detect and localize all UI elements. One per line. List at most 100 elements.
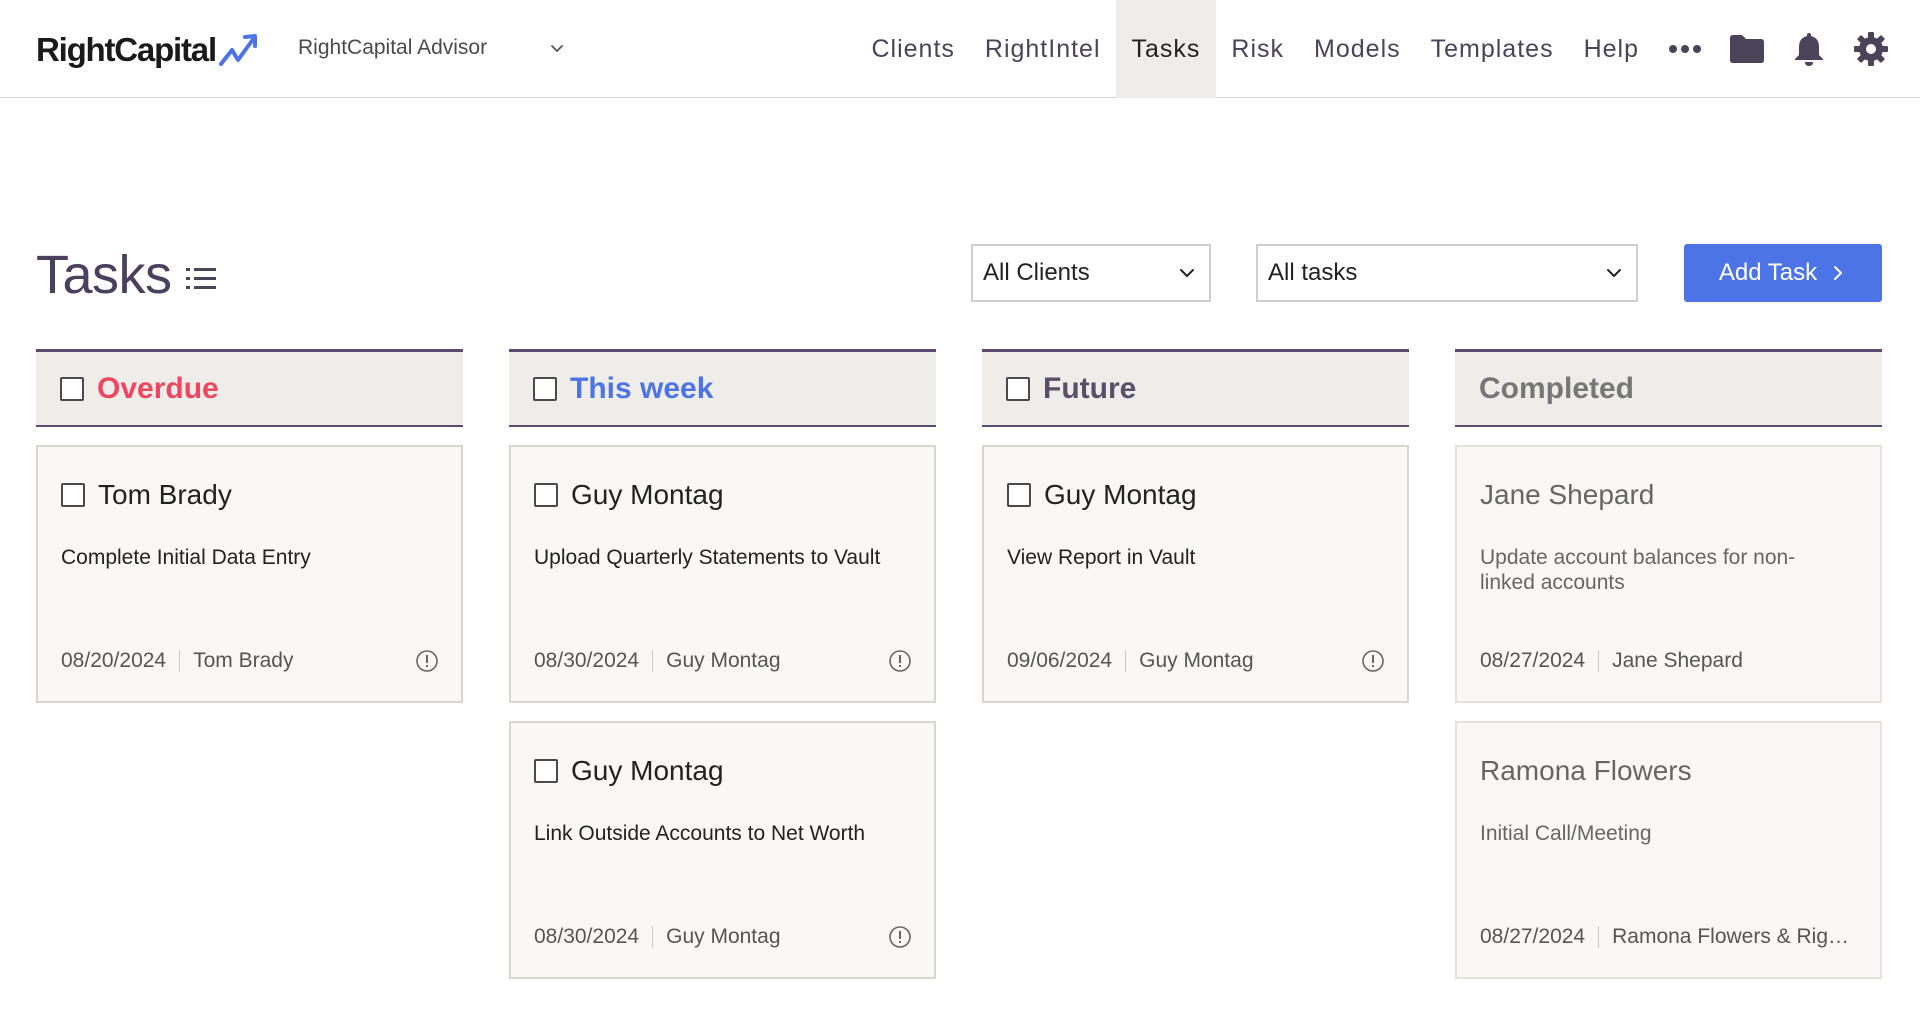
logo-text: RightCapital: [36, 31, 217, 68]
main-nav: Clients RightIntel Tasks Risk Models Tem…: [856, 0, 1920, 98]
task-meta: 08/27/2024 Ramona Flowers & Righ...: [1480, 925, 1860, 949]
rightcapital-logo[interactable]: RightCapital: [36, 30, 262, 70]
task-meta: 08/20/2024 Tom Brady: [61, 649, 441, 673]
nav-clients[interactable]: Clients: [856, 0, 969, 98]
task-meta: 09/06/2024 Guy Montag: [1007, 649, 1387, 673]
meta-divider: [1125, 650, 1127, 672]
gear-icon: [1854, 32, 1888, 66]
task-due-date: 09/06/2024: [1007, 649, 1113, 672]
task-due-date: 08/30/2024: [534, 925, 640, 948]
task-meta: 08/27/2024 Jane Shepard: [1480, 649, 1860, 673]
column-this-week: This week Guy Montag Upload Quarterly St…: [509, 349, 936, 979]
info-icon[interactable]: [1361, 649, 1385, 673]
bell-icon: [1795, 33, 1823, 66]
info-icon[interactable]: [888, 925, 912, 949]
folder-icon: [1730, 35, 1764, 63]
select-all-overdue-checkbox[interactable]: [60, 376, 84, 401]
settings-button[interactable]: [1840, 0, 1902, 98]
client-filter-select[interactable]: All Clients: [971, 244, 1211, 302]
task-card[interactable]: Guy Montag Upload Quarterly Statements t…: [509, 445, 936, 703]
meta-divider: [179, 650, 181, 672]
task-checkbox[interactable]: [534, 759, 558, 783]
nav-tasks[interactable]: Tasks: [1115, 0, 1217, 98]
task-due-date: 08/30/2024: [534, 649, 640, 672]
chevron-down-icon: [1180, 269, 1194, 277]
account-name: RightCapital Advisor: [298, 36, 488, 59]
column-header-overdue: Overdue: [36, 349, 463, 427]
column-header-this-week: This week: [509, 349, 936, 427]
task-card-header: Ramona Flowers: [1480, 755, 1692, 787]
task-card[interactable]: Guy Montag View Report in Vault 09/06/20…: [982, 445, 1409, 703]
task-due-date: 08/20/2024: [61, 649, 167, 672]
task-client-name: Guy Montag: [571, 755, 724, 786]
task-due-date: 08/27/2024: [1480, 925, 1586, 948]
task-card[interactable]: Tom Brady Complete Initial Data Entry 08…: [36, 445, 463, 703]
column-header-future: Future: [982, 349, 1409, 427]
column-label: Completed: [1479, 371, 1635, 405]
column-label: This week: [570, 371, 714, 405]
task-card[interactable]: Jane Shepard Update account balances for…: [1455, 445, 1882, 703]
task-filter-value: All tasks: [1268, 259, 1358, 286]
task-assignee: Guy Montag: [1139, 649, 1254, 672]
meta-divider: [1598, 650, 1600, 672]
task-due-date: 08/27/2024: [1480, 649, 1586, 672]
more-menu-button[interactable]: [1654, 0, 1716, 98]
list-view-icon[interactable]: [185, 266, 216, 292]
task-filter-select[interactable]: All tasks: [1256, 244, 1638, 302]
task-card-header: Guy Montag: [534, 479, 724, 511]
task-client-name: Jane Shepard: [1480, 479, 1655, 510]
task-description: Complete Initial Data Entry: [61, 546, 311, 569]
task-meta: 08/30/2024 Guy Montag: [534, 649, 914, 673]
task-assignee: Jane Shepard: [1612, 649, 1743, 672]
top-navigation-bar: RightCapital RightCapital Advisor Client…: [0, 0, 1920, 98]
info-icon[interactable]: [415, 649, 439, 673]
task-card-header: Tom Brady: [61, 479, 232, 511]
chevron-down-icon: [551, 45, 563, 52]
task-card[interactable]: Guy Montag Link Outside Accounts to Net …: [509, 721, 936, 979]
nav-templates[interactable]: Templates: [1416, 0, 1569, 98]
notifications-button[interactable]: [1778, 0, 1840, 98]
column-label: Future: [1043, 371, 1137, 405]
column-completed: Completed Jane Shepard Update account ba…: [1455, 349, 1882, 979]
client-filter-value: All Clients: [983, 259, 1090, 286]
column-label: Overdue: [97, 371, 219, 405]
task-card-header: Guy Montag: [534, 755, 724, 787]
column-header-completed: Completed: [1455, 349, 1882, 427]
logo-arrow-icon: [218, 34, 257, 66]
nav-help[interactable]: Help: [1569, 0, 1654, 98]
task-checkbox[interactable]: [534, 483, 558, 507]
task-checkbox[interactable]: [61, 483, 85, 507]
vault-button[interactable]: [1716, 0, 1778, 98]
task-client-name: Guy Montag: [571, 479, 724, 510]
select-all-future-checkbox[interactable]: [1006, 376, 1030, 401]
task-checkbox[interactable]: [1007, 483, 1031, 507]
task-card-header: Guy Montag: [1007, 479, 1197, 511]
task-description: Initial Call/Meeting: [1480, 822, 1652, 845]
account-switcher[interactable]: RightCapital Advisor: [298, 36, 565, 60]
info-icon[interactable]: [888, 649, 912, 673]
task-card-header: Jane Shepard: [1480, 479, 1654, 511]
task-card[interactable]: Ramona Flowers Initial Call/Meeting 08/2…: [1455, 721, 1882, 979]
task-description: Upload Quarterly Statements to Vault: [534, 546, 881, 569]
task-description: View Report in Vault: [1007, 546, 1196, 569]
chevron-down-icon: [1607, 269, 1621, 277]
chevron-right-icon: [1834, 266, 1843, 280]
page-title: Tasks: [36, 245, 172, 305]
meta-divider: [652, 650, 654, 672]
select-all-this-week-checkbox[interactable]: [533, 376, 557, 401]
nav-models[interactable]: Models: [1299, 0, 1416, 98]
task-description: Update account balances for non-linked a…: [1480, 546, 1796, 594]
meta-divider: [652, 926, 654, 948]
task-description: Link Outside Accounts to Net Worth: [534, 822, 866, 845]
column-overdue: Overdue Tom Brady Complete Initial Data …: [36, 349, 463, 703]
add-task-button[interactable]: Add Task: [1684, 244, 1882, 302]
column-future: Future Guy Montag View Report in Vault 0…: [982, 349, 1409, 703]
nav-rightintel[interactable]: RightIntel: [970, 0, 1116, 98]
task-client-name: Guy Montag: [1044, 479, 1197, 510]
page-title-group: Tasks: [36, 244, 216, 306]
task-meta: 08/30/2024 Guy Montag: [534, 925, 914, 949]
nav-risk[interactable]: Risk: [1216, 0, 1299, 98]
meta-divider: [1598, 926, 1600, 948]
add-task-label: Add Task: [1718, 259, 1818, 286]
task-assignee: Ramona Flowers & Righ...: [1612, 925, 1853, 948]
